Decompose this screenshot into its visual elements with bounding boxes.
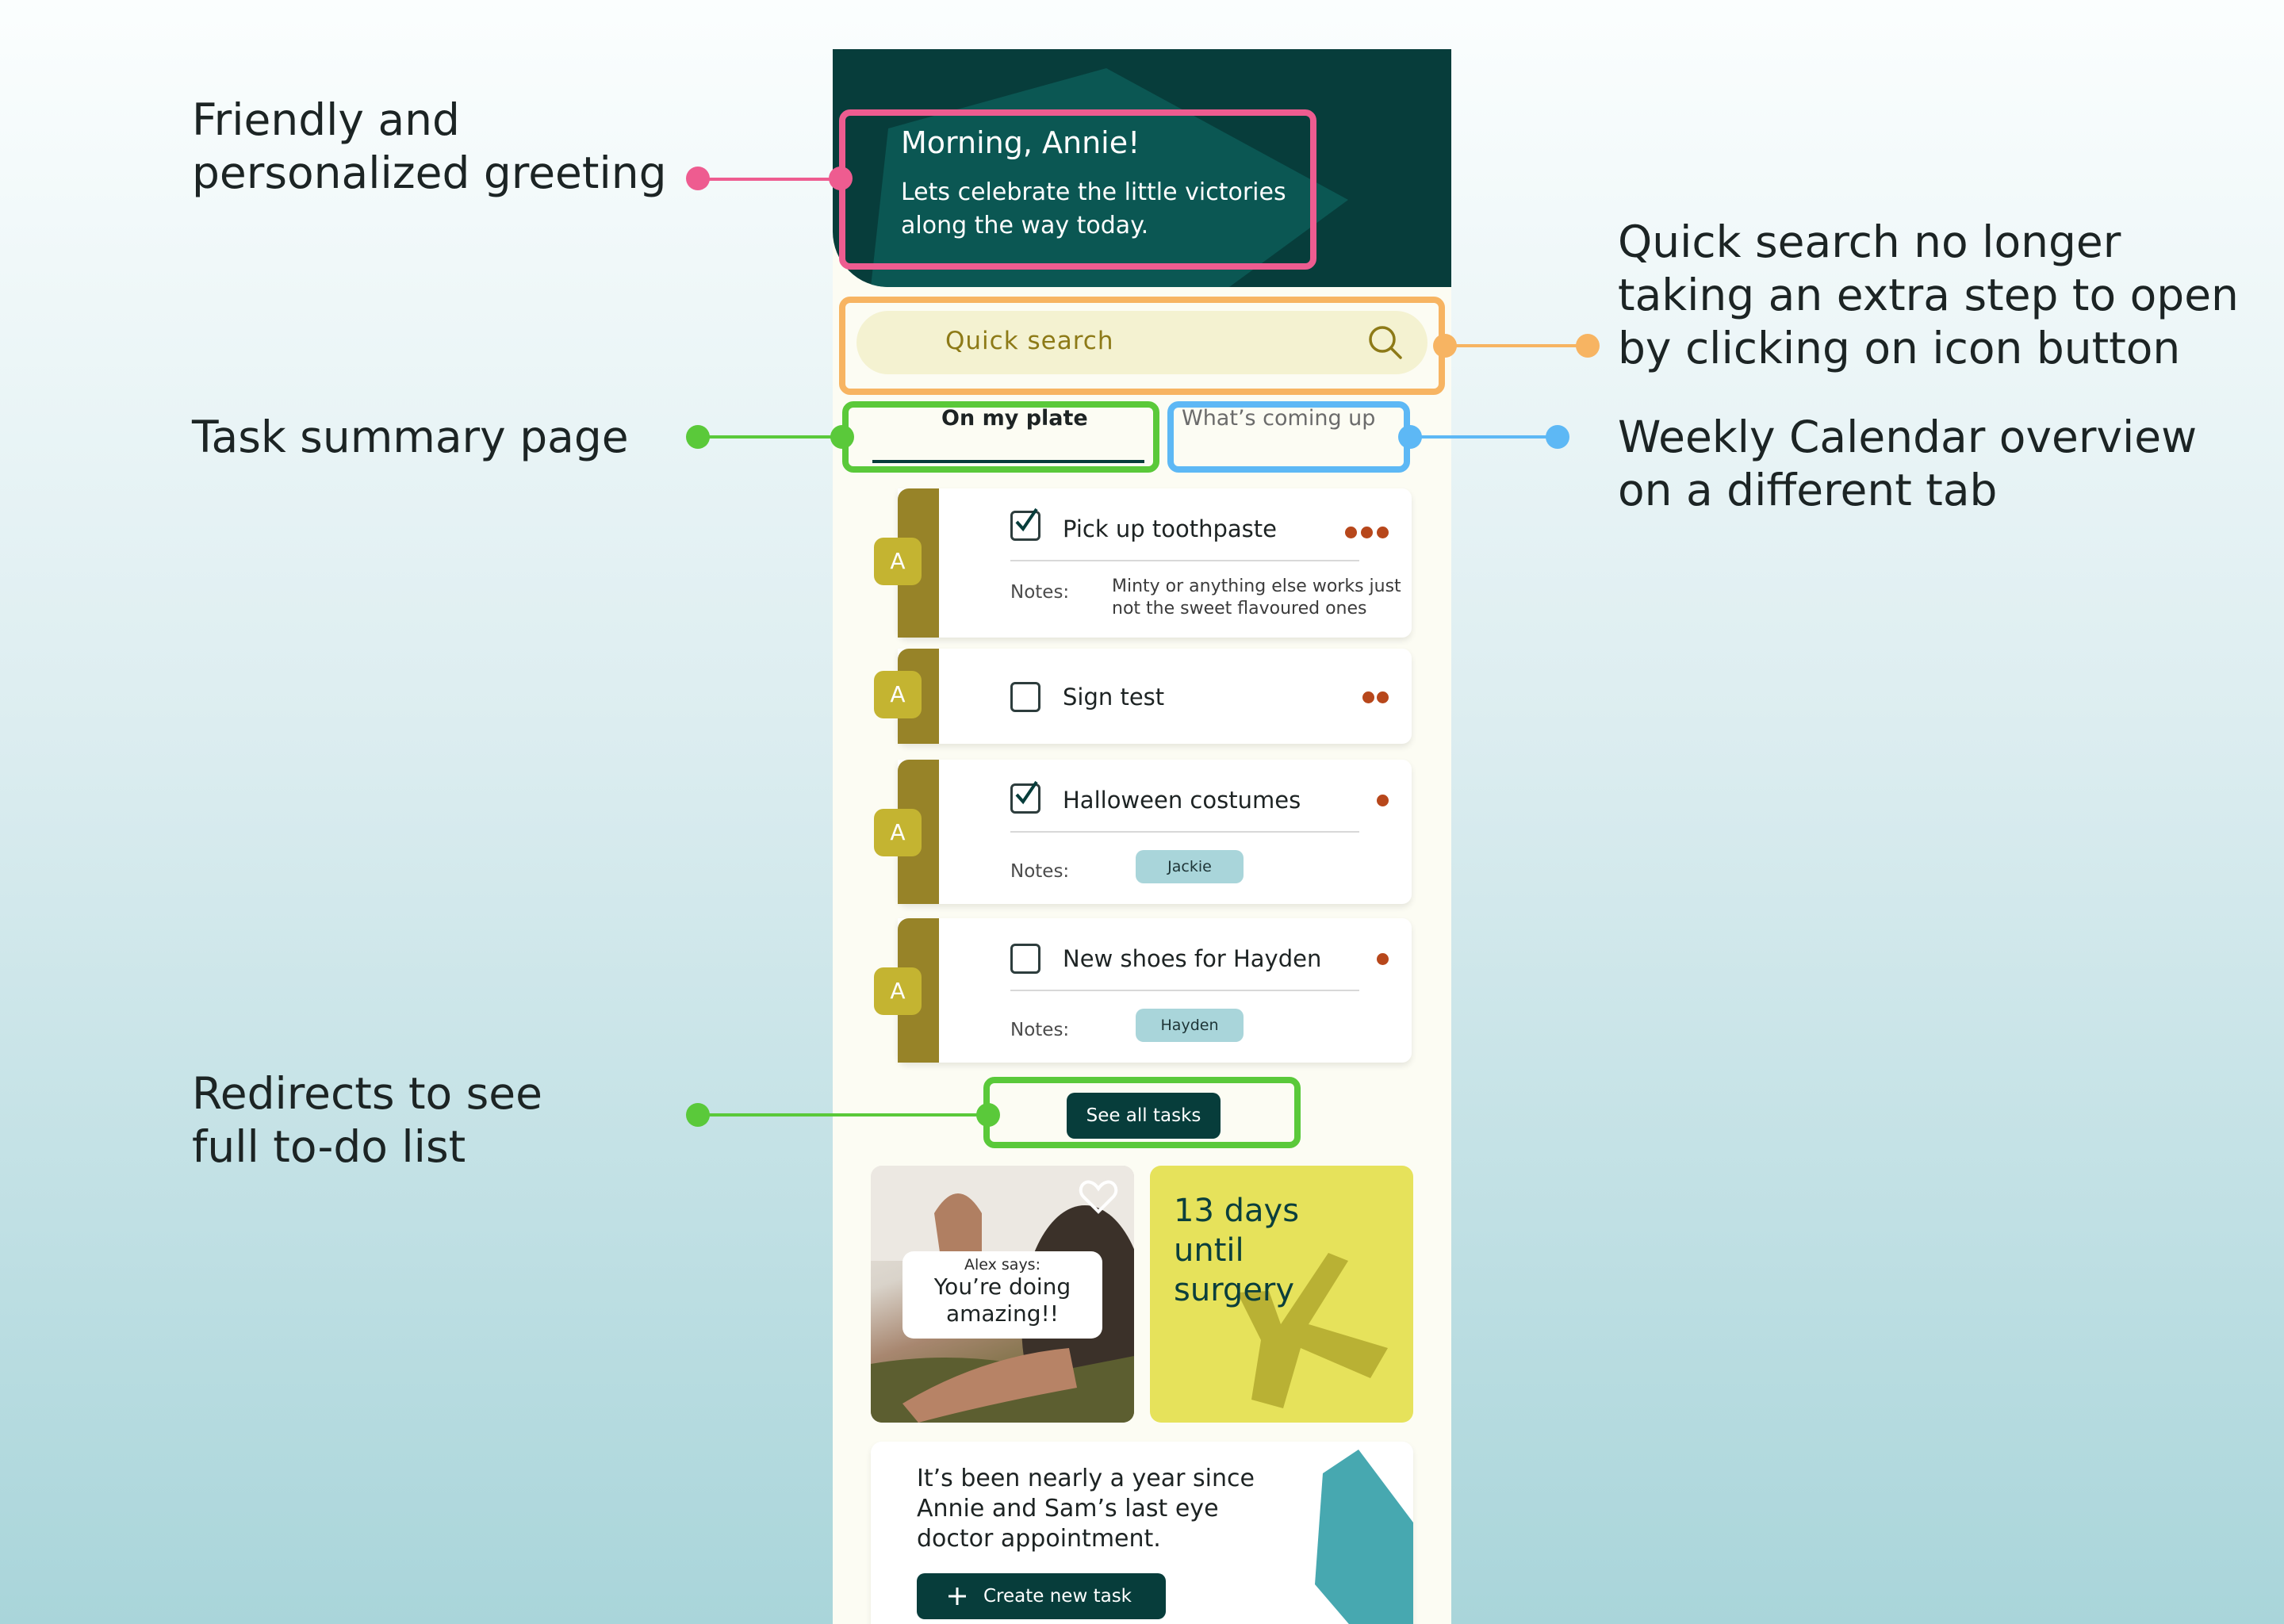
annotation-search: Quick search no longer taking an extra s… — [1618, 216, 2239, 373]
reminder-text: It’s been nearly a year since Annie and … — [917, 1465, 1255, 1553]
annotation-dot — [686, 1103, 710, 1127]
task-checkbox[interactable] — [1010, 944, 1040, 974]
annotation-summary: Task summary page — [192, 412, 629, 462]
task-title: Pick up toothpaste — [1063, 515, 1277, 542]
encouragement-card: Alex says: You’re doing amazing!! — [871, 1166, 1134, 1423]
annotation-dot — [1433, 334, 1457, 358]
countdown-event: surgery — [1174, 1272, 1295, 1308]
annotation-line-greeting — [698, 178, 841, 181]
phone-screen: Morning, Annie! Lets celebrate the littl… — [833, 49, 1451, 1624]
countdown-until: until — [1174, 1232, 1244, 1269]
annotation-dot — [1546, 425, 1569, 449]
task-checkbox[interactable] — [1010, 508, 1040, 541]
task-card[interactable]: A Pick up toothpaste Notes: Minty or any… — [874, 488, 1412, 638]
avatar: A — [874, 967, 922, 1015]
annotation-line-redirect — [698, 1113, 988, 1116]
reminder-shape — [1315, 1450, 1413, 1624]
annotation-dot — [1576, 334, 1600, 358]
avatar: A — [874, 809, 922, 856]
task-notes: Minty or anything else works just not th… — [1112, 576, 1401, 619]
annotation-dot — [1398, 425, 1422, 449]
task-checkbox[interactable] — [1010, 682, 1040, 712]
avatar: A — [874, 538, 922, 585]
task-card[interactable]: A Sign test — [874, 649, 1412, 744]
quote-bubble: Alex says: You’re doing amazing!! — [902, 1251, 1102, 1339]
annotation-dot — [686, 425, 710, 449]
task-card[interactable]: A Halloween costumes Notes: Jackie — [874, 760, 1412, 904]
task-divider — [1010, 831, 1359, 833]
task-divider — [1010, 560, 1359, 561]
task-checkbox[interactable] — [1010, 780, 1040, 814]
annotation-box-greeting — [839, 109, 1316, 270]
task-card[interactable]: A New shoes for Hayden Notes: Hayden — [874, 918, 1412, 1063]
annotation-line-summary — [698, 435, 842, 439]
annotation-dot — [829, 167, 853, 190]
task-title: Sign test — [1063, 684, 1165, 710]
check-icon — [1015, 508, 1038, 532]
countdown-card: 13 days until surgery — [1150, 1166, 1413, 1423]
plus-icon — [948, 1588, 966, 1605]
quote-message: You’re doing amazing!! — [933, 1274, 1071, 1327]
annotation-dot — [686, 167, 710, 190]
notes-label: Notes: — [1010, 1020, 1070, 1040]
task-title: New shoes for Hayden — [1063, 945, 1322, 972]
task-title: Halloween costumes — [1063, 787, 1301, 814]
annotation-line-calendar — [1410, 435, 1558, 439]
annotation-line-search — [1445, 344, 1588, 347]
countdown-days: 13 days — [1174, 1193, 1300, 1229]
notes-label: Notes: — [1010, 861, 1070, 882]
annotation-box-search — [839, 297, 1445, 395]
check-icon — [1015, 780, 1038, 805]
annotation-box-redirect — [983, 1077, 1301, 1148]
annotation-dot — [976, 1103, 1000, 1127]
annotation-box-calendar — [1167, 401, 1410, 473]
task-divider — [1010, 990, 1359, 991]
avatar: A — [874, 671, 922, 718]
annotation-box-summary — [842, 401, 1159, 473]
create-new-task-button[interactable]: Create new task — [917, 1573, 1166, 1619]
annotation-calendar: Weekly Calendar overview on a different … — [1618, 412, 2198, 515]
notes-label: Notes: — [1010, 582, 1070, 603]
notes-tag: Hayden — [1136, 1009, 1244, 1042]
annotation-redirect: Redirects to see full to-do list — [192, 1068, 542, 1172]
annotation-greeting: Friendly and personalized greeting — [192, 94, 667, 198]
heart-icon[interactable] — [1079, 1178, 1118, 1215]
notes-tag: Jackie — [1136, 850, 1244, 883]
reminder-card: It’s been nearly a year since Annie and … — [871, 1442, 1413, 1624]
quote-author: Alex says: — [964, 1256, 1040, 1274]
annotation-dot — [830, 425, 854, 449]
create-new-task-label: Create new task — [983, 1586, 1132, 1607]
